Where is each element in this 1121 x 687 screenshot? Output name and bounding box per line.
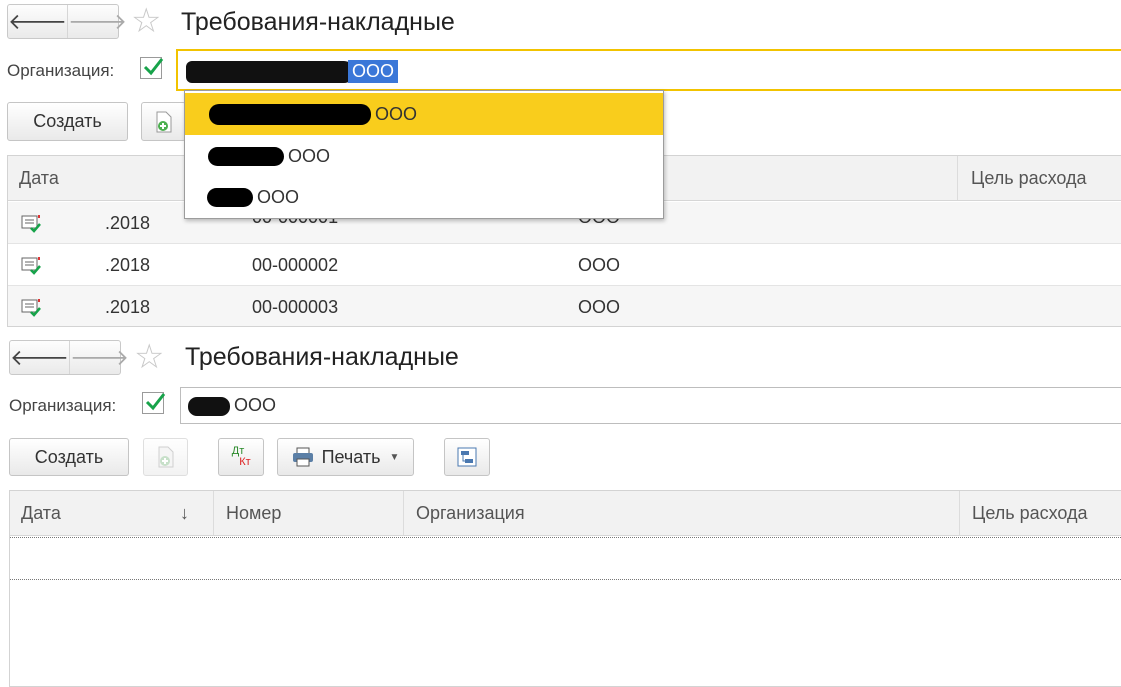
checkmark-icon [143, 58, 164, 76]
org-filter-checkbox[interactable] [140, 57, 164, 79]
arrow-right-icon: 🡒 [70, 344, 129, 370]
redacted-text [188, 397, 230, 416]
copy-button[interactable] [143, 438, 188, 476]
dropdown-item-label: ООО [257, 186, 300, 207]
posted-document-icon [21, 214, 43, 239]
bottom-nav-group: 🡐 🡒 [9, 340, 129, 375]
org-label: Организация: [7, 61, 115, 80]
redacted-text [207, 187, 253, 207]
create-button[interactable]: Создать [9, 438, 129, 476]
page-title: Требования-накладные [185, 343, 459, 371]
dropdown-caret-icon: ▼ [389, 451, 400, 463]
posted-document-icon [21, 298, 43, 323]
row-date: .2018 [105, 255, 151, 275]
col-purpose[interactable]: Цель расхода [971, 156, 1087, 201]
posted-document-icon [21, 256, 43, 281]
org-input[interactable]: ООО [180, 387, 1121, 424]
back-button[interactable]: 🡐 [10, 341, 69, 374]
col-date[interactable]: Дата [21, 491, 61, 536]
col-number[interactable]: Номер [226, 491, 281, 536]
col-organization[interactable]: Организация [416, 491, 525, 536]
row-number: 00-000003 [252, 297, 339, 317]
sort-desc-icon: ↓ [180, 503, 189, 523]
row-date: .2018 [105, 213, 151, 233]
org-input[interactable]: ООО [176, 49, 1121, 91]
bottom-documents-table: Дата ↓ Номер Организация Цель расхода [9, 490, 1121, 687]
dropdown-item[interactable]: ООО [185, 93, 663, 135]
dropdown-item-label: ООО [375, 103, 418, 124]
structure-button[interactable] [444, 438, 490, 476]
row-number: 00-000002 [252, 255, 339, 275]
forward-button[interactable]: 🡒 [67, 5, 127, 38]
table-header: Дата ↓ Номер Организация Цель расхода [10, 491, 1121, 536]
org-filter-checkbox[interactable] [142, 392, 166, 414]
row-org: ООО [578, 255, 621, 275]
forward-button[interactable]: 🡒 [69, 341, 129, 374]
document-add-icon [158, 446, 173, 468]
printer-icon [292, 447, 313, 467]
create-button[interactable]: Создать [7, 102, 128, 141]
org-label: Организация: [9, 396, 117, 415]
row-org: ООО [578, 297, 621, 317]
checkmark-icon [145, 393, 166, 411]
favorite-star-icon[interactable]: ☆ [131, 4, 161, 38]
redacted-text [208, 146, 284, 166]
org-value-text: ООО [234, 395, 277, 415]
dropdown-item-label: ООО [288, 145, 331, 166]
dropdown-item[interactable]: ООО [185, 176, 663, 218]
arrow-right-icon: 🡒 [68, 8, 127, 34]
arrow-left-icon: 🡐 [8, 8, 67, 34]
redacted-text [209, 103, 371, 125]
top-nav-group: 🡐 🡒 [7, 4, 127, 39]
dt-kt-button[interactable]: Дт Кт [218, 438, 264, 476]
org-dropdown-list: ООО ООО ООО [184, 90, 664, 219]
row-date: .2018 [105, 297, 151, 317]
print-label: Печать [321, 446, 381, 467]
org-selected-text: ООО [348, 60, 399, 83]
document-add-icon [156, 111, 171, 132]
arrow-left-icon: 🡐 [10, 344, 69, 370]
page-title: Требования-накладные [181, 8, 455, 36]
table-body: .2018 00-000001 ООО .2018 00-000002 ООО … [8, 202, 1121, 326]
kt-label: Кт [239, 456, 251, 468]
col-purpose[interactable]: Цель расхода [972, 491, 1088, 536]
favorite-star-icon[interactable]: ☆ [134, 340, 164, 374]
redacted-text [186, 61, 354, 83]
col-date[interactable]: Дата [19, 156, 59, 201]
dropdown-item[interactable]: ООО [185, 135, 663, 177]
structure-icon [457, 447, 477, 467]
table-row[interactable]: .2018 00-000002 ООО [8, 244, 1121, 286]
empty-selected-row[interactable] [10, 537, 1121, 580]
back-button[interactable]: 🡐 [8, 5, 67, 38]
copy-button[interactable] [141, 102, 186, 141]
table-row[interactable]: .2018 00-000003 ООО [8, 286, 1121, 326]
print-button[interactable]: Печать ▼ [277, 438, 414, 476]
